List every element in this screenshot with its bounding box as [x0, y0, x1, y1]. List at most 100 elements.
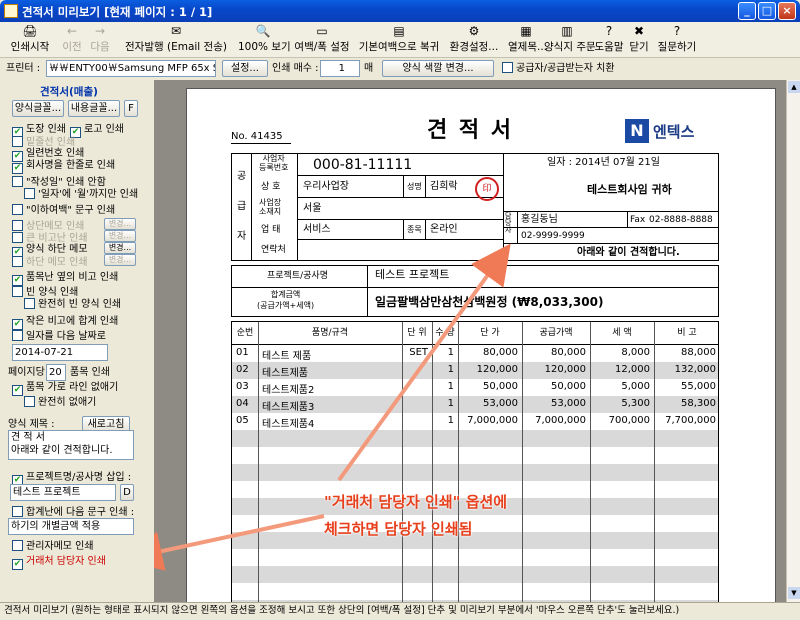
no-row-lines-full-checkbox[interactable]: [24, 396, 35, 407]
change-button-9[interactable]: 변경...: [104, 230, 136, 242]
printer-row: 프린터 : ￦￦ENTY00￦Samsung MFP 65x Serie 설정.…: [0, 58, 800, 80]
total-text-input[interactable]: 하기의 개별금액 적용: [8, 518, 134, 535]
reg-no-label: 사업자 등록번호: [259, 154, 289, 172]
table-row: [232, 515, 718, 532]
toolbar-button-4[interactable]: 🔍 100% 보기: [238, 24, 291, 56]
toolbar-button-7[interactable]: ⚙ 환경설정...: [446, 24, 502, 56]
minimize-button[interactable]: _: [738, 2, 756, 20]
toolbar-icon-9: ▥: [561, 24, 573, 38]
total-next-checkbox[interactable]: [12, 506, 23, 517]
option-6[interactable]: '일자'에 '월'까지만 인쇄: [24, 188, 138, 201]
toolbar-button-8[interactable]: ▦ 열제목...: [508, 24, 547, 56]
no-row-lines-option[interactable]: ✔ 품목 가로 라인 없애기: [12, 382, 118, 396]
option-checkbox-14[interactable]: [24, 298, 35, 309]
swap-checkbox[interactable]: [502, 62, 513, 73]
toolbar-label-12: 질문하기: [657, 41, 697, 53]
toolbar-button-10[interactable]: ? 도움말: [594, 24, 624, 56]
copies-input[interactable]: 1: [320, 60, 360, 77]
toolbar-icon-0: 🖨: [22, 24, 38, 38]
option-checkbox-12[interactable]: ✔: [12, 275, 23, 286]
table-cell: 80,000: [551, 347, 586, 358]
option-checkbox-16[interactable]: [12, 330, 23, 341]
option-14[interactable]: 완전히 빈 양식 인쇄: [24, 298, 121, 311]
form-color-button[interactable]: 양식 색깔 변경...: [382, 60, 494, 77]
form-title-textarea[interactable]: 견 적 서 아래와 같이 견적합니다.: [8, 430, 134, 460]
vertical-scrollbar[interactable]: ▲ ▼: [786, 80, 800, 602]
admin-memo-option[interactable]: 관리자메모 인쇄: [12, 540, 94, 553]
toolbar-label-1: 이전: [62, 41, 82, 53]
option-15[interactable]: ✔ 작은 비고에 합계 인쇄: [12, 316, 118, 330]
options-panel: 견적서(매출) 양식글꼴... 내용글꼴... F ✔ 도장 인쇄 ✔ 로고 인쇄 밑줄…: [0, 80, 152, 602]
option-checkbox-6[interactable]: [24, 188, 35, 199]
option-label-15: 작은 비고에 합계 인쇄: [26, 316, 119, 327]
content-font-button[interactable]: 내용글꼴...: [68, 100, 120, 117]
supplier-side-2: 급: [237, 201, 247, 212]
form-title-text: 견 적 서: [11, 432, 45, 443]
toolbar-label-0: 인쇄시작: [10, 41, 50, 53]
maximize-button[interactable]: □: [758, 2, 776, 20]
option-checkbox-7[interactable]: [12, 204, 23, 215]
logo-icon: N: [625, 119, 649, 143]
table-cell: 03: [236, 381, 249, 392]
change-button-11[interactable]: 변경...: [104, 254, 136, 266]
option-checkbox-9[interactable]: [12, 232, 23, 243]
project-select[interactable]: 테스트 프로젝트: [10, 484, 116, 501]
printer-select[interactable]: ￦￦ENTY00￦Samsung MFP 65x Serie: [46, 60, 216, 77]
option-12[interactable]: ✔ 품목난 옆의 비고 인쇄: [12, 272, 118, 286]
printer-settings-button[interactable]: 설정...: [222, 60, 268, 77]
table-header-cell: 수 량: [435, 328, 455, 338]
per-page-label: 페이지당: [8, 367, 45, 378]
no-row-lines-checkbox[interactable]: ✔: [12, 385, 23, 396]
toolbar-button-3[interactable]: ✉ 전자발행 (Email 전송): [118, 24, 234, 56]
panel-title: 견적서(매출): [40, 86, 98, 98]
admin-memo-checkbox[interactable]: [12, 540, 23, 551]
option-checkbox-2[interactable]: [12, 136, 23, 147]
date-picker[interactable]: 2014-07-21: [12, 344, 108, 361]
annotation-line-2: 체크하면 담당자 인쇄됨: [324, 520, 473, 538]
toolbar-button-11[interactable]: ✖ 닫기: [628, 24, 650, 56]
table-cell: 120,000: [544, 364, 586, 375]
option-11[interactable]: 하단 메모 인쇄: [12, 256, 88, 269]
close-button[interactable]: ×: [778, 2, 796, 20]
project-d-button[interactable]: D: [120, 484, 134, 501]
annotation-line-1: "거래처 담당자 인쇄" 옵션에: [324, 493, 508, 511]
toolbar-icon-3: ✉: [170, 24, 182, 38]
contact-print-checkbox[interactable]: ✔: [12, 559, 23, 570]
items-table: 순번 품명/규격 단 위 수 량 단 가 공급가액 세 액 비 고 01 테스트 제품 SET 1 80…: [231, 321, 719, 602]
toolbar-button-12[interactable]: ? 질문하기: [654, 24, 700, 56]
option-checkbox-8[interactable]: [12, 220, 23, 231]
no-row-lines-full-option[interactable]: 완전히 없애기: [24, 396, 96, 409]
scroll-up-icon[interactable]: ▲: [788, 81, 800, 93]
option-4[interactable]: ✔ 회사명을 한줄로 인쇄: [12, 160, 115, 174]
option-checkbox-5[interactable]: [12, 176, 23, 187]
form-font-button[interactable]: 양식글꼴...: [12, 100, 64, 117]
option-7[interactable]: "이하여백" 문구 인쇄: [12, 204, 115, 217]
app-icon: [4, 4, 18, 18]
toolbar-button-5[interactable]: ▭ 여백/폭 설정: [292, 24, 352, 56]
toolbar-button-1[interactable]: ← 이전: [60, 24, 84, 56]
toolbar-label-6: 기본여백으로 복귀: [358, 41, 440, 53]
table-header-cell: 단 위: [407, 328, 427, 338]
admin-memo-label: 관리자메모 인쇄: [26, 541, 94, 552]
per-page-input[interactable]: 20: [46, 364, 66, 381]
option-checkbox-13[interactable]: [12, 286, 23, 297]
option-checkbox-4[interactable]: ✔: [12, 163, 23, 174]
contact-print-option[interactable]: ✔ 거래처 담당자 인쇄: [12, 556, 106, 570]
change-button-10[interactable]: 변경...: [104, 242, 136, 254]
font-f-button[interactable]: F: [124, 100, 138, 117]
option-16[interactable]: 일자를 다음 날짜로: [12, 330, 106, 343]
toolbar-button-6[interactable]: ▤ 기본여백으로 복귀: [356, 24, 442, 56]
biz-type-label: 업 태: [261, 225, 281, 235]
address: 서울: [303, 203, 322, 214]
change-button-8[interactable]: 변경...: [104, 218, 136, 230]
option-checkbox-15[interactable]: ✔: [12, 319, 23, 330]
table-cell: 53,000: [483, 398, 518, 409]
toolbar-button-2[interactable]: → 다음: [86, 24, 114, 56]
toolbar-button-0[interactable]: 🖨 인쇄시작: [4, 24, 56, 56]
toolbar-button-9[interactable]: ▥ 양식지 주문: [544, 24, 596, 56]
table-header-cell: 순번: [236, 328, 254, 338]
scroll-down-icon[interactable]: ▼: [788, 587, 800, 599]
option-1[interactable]: ✔ 로고 인쇄: [70, 124, 124, 138]
option-checkbox-11[interactable]: [12, 256, 23, 267]
preview-area[interactable]: No. 41435 견 적 서 N 엔텍스 공 급 자 사업자 등록번호 000…: [154, 80, 786, 602]
